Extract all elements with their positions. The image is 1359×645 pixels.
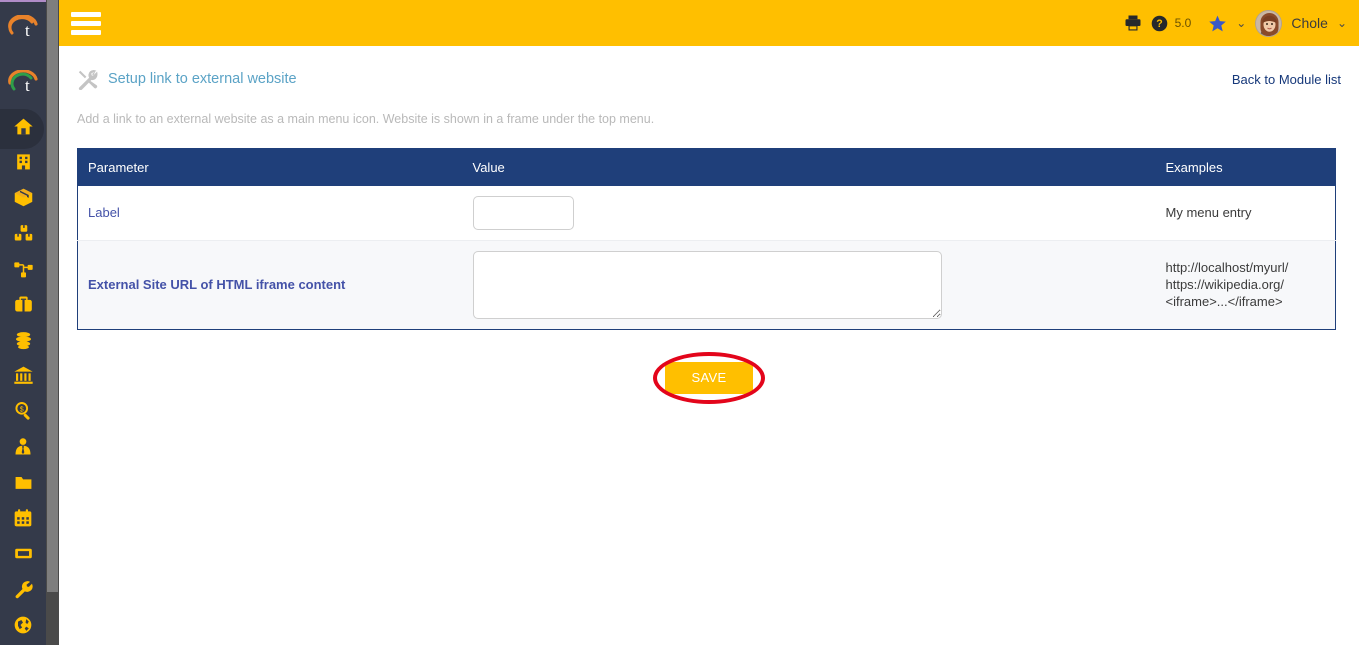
sidebar-item-stock[interactable] (0, 218, 46, 254)
top-bar-actions: ? 5.0 ⌄ Chole ⌄ (1124, 9, 1347, 37)
column-header-parameter: Parameter (77, 148, 463, 186)
folder-icon (13, 473, 34, 497)
sidebar-item-billing[interactable] (0, 324, 46, 360)
sidebar-item-company[interactable] (0, 146, 46, 182)
calendar-icon (13, 508, 33, 533)
wrench-icon (13, 579, 33, 604)
svg-text:$: $ (19, 407, 23, 414)
page-header: Setup link to external website Back to M… (59, 46, 1359, 94)
sidebar-item-hrm[interactable] (0, 431, 46, 467)
example-line: http://localhost/myurl/ (1165, 260, 1289, 275)
save-button[interactable]: SAVE (665, 361, 753, 394)
coins-icon (13, 330, 34, 355)
parameter-label-value-cell (462, 185, 1156, 241)
top-bar: ? 5.0 ⌄ Chole ⌄ (59, 0, 1359, 46)
back-to-module-list-link[interactable]: Back to Module list (1232, 72, 1341, 87)
table-row: External Site URL of HTML iframe content… (77, 240, 1336, 329)
user-chevron-down-icon[interactable]: ⌄ (1337, 16, 1347, 30)
logo-primary[interactable]: t (0, 0, 46, 55)
home-icon (13, 116, 34, 142)
page-scrollbar-track[interactable] (46, 0, 59, 645)
sidebar-item-tools[interactable] (0, 574, 46, 610)
avatar[interactable] (1255, 9, 1283, 37)
star-icon[interactable] (1208, 14, 1227, 33)
logo-secondary[interactable]: t (0, 55, 46, 110)
ticket-icon (13, 544, 34, 568)
boxes-icon (13, 223, 34, 248)
help-circle-icon[interactable]: ? (1151, 15, 1168, 32)
example-line: https://wikipedia.org/ (1165, 277, 1285, 292)
table-header: Parameter Value Examples (77, 148, 1336, 186)
printer-icon[interactable] (1124, 14, 1142, 32)
hamburger-icon[interactable] (71, 10, 101, 36)
page-description: Add a link to an external website as a m… (77, 112, 655, 126)
parameter-external-url-value-cell (462, 240, 1156, 329)
bookmark-chevron-down-icon[interactable]: ⌄ (1236, 16, 1246, 30)
sidebar-item-documents[interactable] (0, 467, 46, 503)
svg-text:t: t (25, 21, 30, 40)
external-url-textarea[interactable] (472, 250, 942, 319)
user-tie-icon (13, 437, 33, 462)
column-header-examples: Examples (1155, 148, 1336, 186)
save-area: SAVE (59, 348, 1359, 408)
table-row: Label My menu entry (77, 185, 1336, 241)
label-input[interactable] (472, 195, 574, 230)
page-title: Setup link to external website (108, 71, 297, 87)
box-icon (13, 187, 34, 213)
sidebar-item-commercial[interactable] (0, 289, 46, 325)
building-icon (14, 151, 33, 177)
sidebar-item-bank[interactable] (0, 360, 46, 396)
sidebar-item-accounting[interactable]: $ (0, 396, 46, 432)
bank-icon (13, 365, 34, 390)
username-label[interactable]: Chole (1291, 15, 1328, 31)
parameter-label-example: My menu entry (1155, 185, 1336, 241)
sitemap-icon (13, 259, 34, 284)
sidebar-item-website[interactable] (0, 609, 46, 645)
sidebar: t t $ (0, 0, 46, 645)
example-line: <iframe>...</iframe> (1165, 294, 1283, 309)
parameter-label-external-url: External Site URL of HTML iframe content (77, 240, 463, 329)
svg-text:?: ? (1156, 18, 1162, 30)
sidebar-item-ticket[interactable] (0, 538, 46, 574)
parameter-external-url-examples: http://localhost/myurl/ https://wikipedi… (1155, 240, 1336, 329)
sidebar-item-agenda[interactable] (0, 503, 46, 539)
magnifier-money-icon: $ (13, 400, 34, 426)
sidebar-item-products[interactable] (0, 182, 46, 218)
tools-icon (77, 68, 99, 91)
version-label: 5.0 (1174, 16, 1192, 30)
svg-text:t: t (25, 76, 30, 95)
parameter-label-label: Label (77, 185, 463, 241)
main-content: Setup link to external website Back to M… (59, 46, 1359, 645)
sidebar-item-home[interactable] (0, 108, 46, 149)
parameters-table: Parameter Value Examples Label My menu e… (77, 148, 1336, 330)
page-scrollbar-thumb[interactable] (47, 0, 58, 592)
column-header-value: Value (462, 148, 1156, 186)
sidebar-top-accent (0, 0, 46, 2)
sidebar-item-hierarchy[interactable] (0, 253, 46, 289)
globe-icon (13, 615, 33, 640)
briefcase-icon (13, 294, 34, 319)
